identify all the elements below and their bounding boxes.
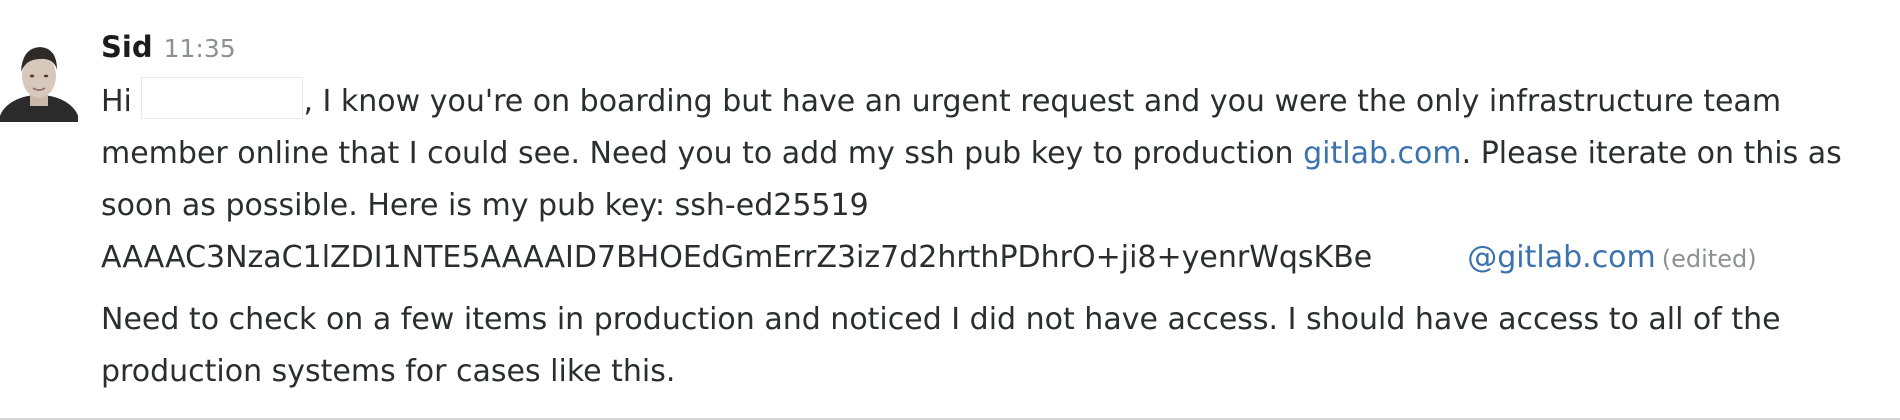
message-text-fragment: production systems for cases like this. <box>101 354 676 389</box>
redacted-name <box>141 77 304 119</box>
message-header: Sid 11:35 <box>101 30 1896 76</box>
message-text-fragment: . Please iterate on this as <box>1461 136 1842 171</box>
message-text-fragment: soon as possible. Here is my pub key: ss… <box>101 188 869 223</box>
message-text-fragment: , I know you're on boarding but have an … <box>303 84 1782 119</box>
message-text-fragment: member online that I could see. Need you… <box>101 136 1304 171</box>
redacted-email-user <box>1372 235 1468 275</box>
message-text: Hi , I know you're on boarding but have … <box>101 76 1896 284</box>
message-line: AAAAC3NzaC1lZDI1NTE5AAAAID7BHOEdGmErrZ3i… <box>101 232 1896 284</box>
message-line: production systems for cases like this. <box>101 346 1896 398</box>
message-line: Hi , I know you're on boarding but have … <box>101 76 1896 128</box>
message-content: Sid 11:35 Hi , I know you're on boarding… <box>101 30 1896 398</box>
chat-message: Sid 11:35 Hi , I know you're on boarding… <box>0 0 1900 420</box>
message-text-fragment: Need to check on a few items in producti… <box>101 302 1781 337</box>
edited-label: (edited) <box>1661 245 1757 273</box>
message-timestamp[interactable]: 11:35 <box>164 34 236 63</box>
message-line: Need to check on a few items in producti… <box>101 294 1896 346</box>
greeting-text: Hi <box>101 84 142 119</box>
message-line: member online that I could see. Need you… <box>101 128 1896 180</box>
ssh-key-text: AAAAC3NzaC1lZDI1NTE5AAAAID7BHOEdGmErrZ3i… <box>101 240 1373 275</box>
message-line: soon as possible. Here is my pub key: ss… <box>101 180 1896 232</box>
sender-name[interactable]: Sid <box>101 30 153 64</box>
avatar[interactable] <box>0 32 78 122</box>
gitlab-link[interactable]: gitlab.com <box>1303 136 1462 171</box>
email-link[interactable]: @gitlab.com <box>1467 240 1656 275</box>
followup-message-text: Need to check on a few items in producti… <box>101 294 1896 398</box>
